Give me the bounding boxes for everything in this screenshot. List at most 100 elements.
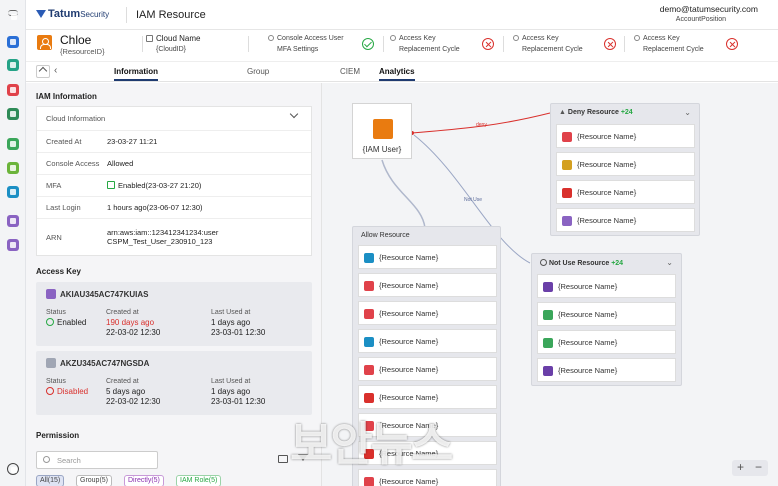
status-label: Status	[46, 378, 66, 385]
group-header: ▲ Deny Resource +24	[559, 109, 633, 116]
chip-all[interactable]: All(15)	[36, 475, 65, 486]
resource-icon	[562, 160, 572, 170]
check-label: Access Key	[399, 35, 436, 42]
chip-group[interactable]: Group(5)	[76, 475, 113, 486]
top-bar: TatumSecurity IAM Resource demo@tatumsec…	[26, 0, 778, 30]
row-key: Created At	[46, 137, 82, 146]
resource-id: {ResourceID}	[60, 47, 105, 56]
resource-name: {Resource Name}	[558, 366, 618, 375]
chevron-down-icon[interactable]: ⌄	[684, 108, 691, 117]
power-icon[interactable]	[7, 463, 19, 475]
key-created: Created at 190 days ago 22-03-02 12:30	[106, 308, 160, 338]
resource-item[interactable]: {Resource Name}	[358, 357, 497, 381]
permission-search-input[interactable]: Search	[36, 451, 158, 469]
tab-ciem[interactable]: CIEM	[340, 67, 360, 76]
row-value: 23-03-27 11:21	[107, 137, 158, 146]
access-key-title: Access Key	[36, 267, 81, 276]
table-row: Console Access Allowed	[37, 153, 311, 175]
user-icon[interactable]	[7, 36, 19, 48]
tab-information[interactable]: Information	[114, 67, 158, 81]
resource-item[interactable]: {Resource Name}	[537, 330, 676, 354]
dashboard-icon[interactable]	[7, 59, 19, 71]
not-use-resource-group[interactable]: Not Use Resource +24 ⌄ {Resource Name} {…	[531, 253, 682, 386]
resource-icon	[364, 393, 374, 403]
resource-icon	[543, 338, 553, 348]
chevron-down-icon[interactable]: ⌄	[666, 258, 673, 267]
mfa-device-icon	[107, 181, 115, 189]
home-icon[interactable]	[36, 65, 50, 78]
iam-user-avatar-icon	[37, 35, 52, 50]
key-status: Status Enabled	[46, 308, 86, 328]
resource-icon	[562, 132, 572, 142]
cloud-icon[interactable]	[7, 108, 19, 120]
access-key-id: AKIAU345AC747KUIAS	[60, 290, 149, 299]
access-key-card: AKIAU345AC747KUIAS Status Enabled Create…	[36, 282, 312, 346]
iam-info-title: IAM Information	[36, 92, 97, 101]
key-last-used: Last Used at 1 days ago 23-03-01 12:30	[211, 377, 265, 407]
logo-mark-icon	[36, 10, 46, 18]
resource-icon	[364, 309, 374, 319]
resource-item[interactable]: {Resource Name}	[537, 274, 676, 298]
arn-line-2: CSPM_Test_User_230910_123	[107, 237, 213, 246]
resource-item[interactable]: {Resource Name}	[556, 208, 695, 232]
resource-name: {Resource Name}	[379, 365, 439, 374]
arn-line-1: arn:aws:iam::123412341234:user	[107, 228, 219, 237]
iam-user-node[interactable]: {IAM User}	[352, 103, 412, 159]
cloud-name: Cloud Name	[156, 34, 201, 43]
resource-item[interactable]: {Resource Name}	[556, 152, 695, 176]
resource-item[interactable]: {Resource Name}	[358, 329, 497, 353]
resource-item[interactable]: {Resource Name}	[358, 385, 497, 409]
compliance-icon[interactable]	[7, 162, 19, 174]
resource-item[interactable]: {Resource Name}	[537, 302, 676, 326]
report-icon[interactable]	[7, 215, 19, 227]
resource-icon	[364, 253, 374, 263]
deny-resource-group[interactable]: ▲ Deny Resource +24 ⌄ {Resource Name} {R…	[550, 103, 700, 236]
chip-iam-role[interactable]: IAM Role(5)	[176, 475, 222, 486]
shield-icon[interactable]	[7, 138, 19, 150]
user-email[interactable]: demo@tatumsecurity.com	[660, 4, 758, 14]
divider	[503, 36, 504, 52]
resource-item[interactable]: {Resource Name}	[358, 273, 497, 297]
cloud-info-dropdown[interactable]: Cloud Information	[37, 107, 311, 131]
access-key-id: AKZU345AC747NGSDA	[60, 359, 150, 368]
zoom-in-button[interactable]: +	[737, 460, 744, 474]
tab-analytics[interactable]: Analytics	[379, 67, 415, 81]
group-count: +24	[620, 109, 633, 116]
dropdown-label: Cloud Information	[46, 114, 106, 123]
alert-icon[interactable]	[7, 84, 19, 96]
resource-item[interactable]: {Resource Name}	[556, 180, 695, 204]
back-chevron-icon[interactable]: ‹	[54, 65, 57, 76]
settings-icon[interactable]	[7, 239, 19, 251]
resource-name: {Resource Name}	[379, 309, 439, 318]
divider	[142, 36, 143, 52]
app-sidebar-rail	[0, 0, 26, 486]
resource-item[interactable]: {Resource Name}	[358, 301, 497, 325]
iam-user-icon	[373, 119, 393, 139]
key-icon	[46, 289, 56, 299]
resource-item[interactable]: {Resource Name}	[537, 358, 676, 382]
resource-name: {Resource Name}	[577, 160, 637, 169]
created-relative: 190 days ago	[106, 318, 155, 327]
zoom-out-button[interactable]: −	[755, 460, 762, 474]
information-panel: IAM Information Cloud Information Create…	[26, 83, 322, 486]
brand-suffix: Security	[80, 10, 110, 19]
tab-bar: ‹ Information Group CIEM Analytics	[26, 62, 778, 82]
brand-logo[interactable]: TatumSecurity	[36, 8, 109, 20]
iam-icon[interactable]	[7, 186, 19, 198]
group-count: +24	[611, 260, 624, 267]
chevron-down-icon	[289, 109, 299, 119]
export-icon[interactable]	[278, 455, 288, 463]
resource-icon	[364, 337, 374, 347]
chip-directly[interactable]: Directly(5)	[124, 475, 164, 486]
resource-item[interactable]: {Resource Name}	[358, 245, 497, 269]
status-label: Status	[46, 309, 66, 316]
resource-item[interactable]: {Resource Name}	[556, 124, 695, 148]
check-key-cycle-2: Access Key Replacement Cycle	[513, 33, 583, 55]
created-label: Created at	[106, 309, 139, 316]
table-row: MFA Enabled(23-03-27 21:20)	[37, 175, 311, 197]
menu-icon[interactable]	[8, 10, 18, 20]
row-value: Enabled(23-03-27 21:20)	[107, 181, 201, 190]
resource-icon	[543, 310, 553, 320]
tab-group[interactable]: Group	[247, 67, 269, 76]
warning-icon: ▲	[559, 109, 566, 116]
